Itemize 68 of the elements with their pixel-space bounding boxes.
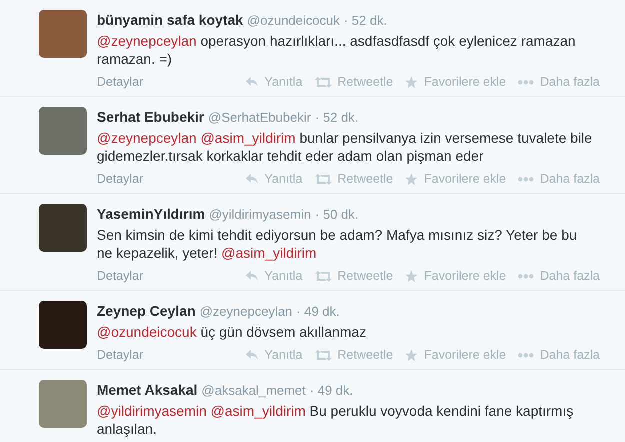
tweet-time[interactable]: · 50 dk. [315,205,359,224]
tweet-time[interactable]: · 49 dk. [296,302,340,322]
dots-icon [518,352,534,358]
reply-icon [244,270,259,282]
user-name[interactable]: Zeynep Ceylan [97,301,196,322]
details-link[interactable]: Detaylar [97,171,144,187]
star-icon [405,76,418,88]
tweet-action-button[interactable]: Retweetle [314,74,394,90]
avatar-photo-placeholder[interactable] [39,10,87,58]
retweet-icon [314,76,332,88]
tweet-action-button[interactable]: Daha fazla [518,268,600,284]
tweet-action-button[interactable]: Favorilere ekle [405,268,506,284]
mention-link[interactable]: @asim_yildirim [200,130,296,146]
user-handle[interactable]: @ozundeicocuk [247,11,340,30]
retweet-icon [314,350,332,360]
avatar-photo-placeholder[interactable] [39,107,87,155]
tweet-action-button[interactable]: Daha fazla [518,347,600,363]
avatar-photo-placeholder[interactable] [39,380,87,428]
user-handle[interactable]: @SerhatEbubekir [208,108,312,128]
tweet-action-button[interactable]: Daha fazla [518,74,600,90]
tweet-action-button[interactable]: Favorilere ekle [405,347,506,363]
tweet-time[interactable]: · 52 dk. [315,108,359,128]
details-link[interactable]: Detaylar [97,268,144,284]
mention-link[interactable]: @ozundeicocuk [97,324,197,340]
tweet-text: @zeynepceylan @asim_yildirim bunlar pensilvanya izin versemese tuvalete bile gidemezler.tırsak korkaklar tehdit eder adam olan pişman eder [97,129,594,165]
details-link[interactable]: Detaylar [97,74,144,90]
tweet-action-button[interactable]: Daha fazla [518,171,600,187]
reply-icon [244,173,259,185]
star-icon [405,270,418,282]
avatar-photo-placeholder[interactable] [39,301,87,349]
avatar-photo-placeholder[interactable] [39,204,87,252]
tweet-action-button[interactable]: Favorilere ekle [405,171,506,187]
tweet-time[interactable]: · 49 dk. [310,381,354,400]
tweet-time[interactable]: · 52 dk. [344,11,388,30]
reply-icon [244,76,259,88]
star-icon [405,348,418,362]
user-name[interactable]: YaseminYıldırım [97,204,206,225]
user-name[interactable]: bünyamin safa koytak [97,10,244,31]
mention-link[interactable]: @zeynepceylan [97,33,197,49]
user-name[interactable]: Memet Aksakal [97,380,198,401]
dots-icon [518,274,534,278]
tweet-text: @zeynepceylan operasyon hazırlıkları... asdfasdfasdf çok eylenicez ramazan ramazan. =) [97,32,577,68]
user-name[interactable]: Serhat Ebubekir [97,107,204,128]
tweet-action-button[interactable]: Retweetle [314,171,394,187]
tweet-action-button[interactable]: Retweetle [314,268,394,284]
mention-link[interactable]: @yildirimyasemin [97,403,207,419]
tweet-text: @ozundeicocuk üç gün dövsem akıllanmaz [97,323,368,341]
tweet-action-button[interactable]: Yanıtla [244,171,303,187]
star-icon [405,172,418,186]
mention-link[interactable]: @asim_yildirim [210,403,306,419]
tweet-action-button[interactable]: Retweetle [314,347,394,363]
user-handle[interactable]: @zeynepceylan [200,302,293,322]
user-handle[interactable]: @aksakal_memet [202,381,306,400]
retweet-icon [314,174,332,184]
tweet-action-button[interactable]: Yanıtla [244,268,303,284]
dots-icon [518,80,534,84]
mention-link[interactable]: @zeynepceylan [97,130,197,146]
user-handle[interactable]: @yildirimyasemin [209,205,312,224]
details-link[interactable]: Detaylar [97,347,144,363]
tweet-action-button[interactable]: Yanıtla [244,74,303,90]
dots-icon [518,176,534,182]
reply-icon [244,349,259,361]
retweet-icon [314,270,332,282]
tweet-text: Sen kimsin de kimi tehdit ediyorsun be adam? Mafya mısınız siz? Yeter be bu ne kepazelik, yeter! @asim_yildirim [97,226,578,262]
tweet-action-button[interactable]: Yanıtla [244,347,303,363]
tweet-action-button[interactable]: Favorilere ekle [405,74,506,90]
tweet-text: @yildirimyasemin @asim_yildirim Bu peruklu voyvoda kendini fane kaptırmış anlaşılan. [97,402,575,438]
mention-link[interactable]: @asim_yildirim [222,245,317,261]
